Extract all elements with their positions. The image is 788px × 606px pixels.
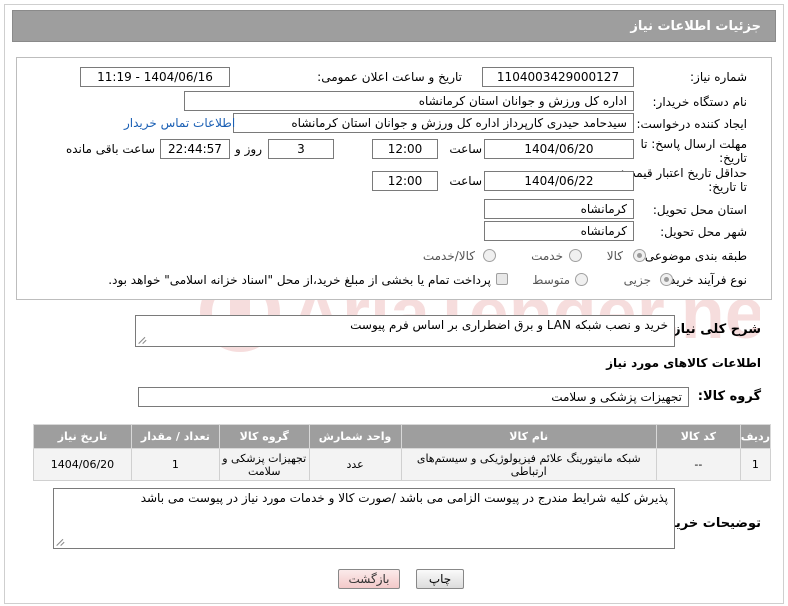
reply-deadline-label: مهلت ارسال پاسخ: تا تاریخ: [640,137,747,165]
col-unit: واحد شمارش [308,424,402,449]
category-option-service: خدمت [531,249,563,263]
category-radio-goods[interactable] [633,249,646,262]
goods-table: ردیف کد کالا نام کالا واحد شمارش گروه کا… [33,424,772,481]
delivery-city-field[interactable]: کرمانشاه [484,221,634,241]
need-number-label: شماره نیاز: [690,70,747,84]
category-option-goods: کالا [606,249,623,263]
col-need-date: تاریخ نیاز [33,424,132,449]
delivery-province-field[interactable]: کرمانشاه [484,199,634,219]
process-label: نوع فرآیند خرید : [662,273,747,287]
remaining-label: ساعت باقی مانده [65,142,155,156]
category-radio-service[interactable] [569,249,582,262]
cell-item-name: شبکه مانیتورینگ علائم فیزیولوژیکی و سیست… [400,448,657,481]
cell-group: تجهیزات پزشکی و سلامت [218,448,310,481]
price-time-field[interactable]: 12:00 [372,171,438,191]
description-label: شرح کلی نیاز: [667,322,761,337]
page-title: جزئیات اطلاعات نیاز [630,19,761,34]
payment-checkbox[interactable] [496,273,508,285]
cell-row-number: 1 [739,448,772,481]
process-option-medium: متوسط [532,273,570,287]
cell-unit: عدد [308,448,402,481]
col-item-code: کد کالا [655,424,741,449]
requester-field[interactable]: سیدحامد حیدری کارپرداز اداره کل ورزش و ج… [233,113,634,133]
cell-item-code: -- [655,448,741,481]
header-bar: جزئیات اطلاعات نیاز [12,10,776,42]
category-option-both: کالا/خدمت [422,249,475,263]
requester-label: ایجاد کننده درخواست: [636,117,747,131]
announce-label: تاریخ و ساعت اعلان عمومی: [317,70,462,84]
process-radio-minor[interactable] [660,273,673,286]
description-field[interactable]: خرید و نصب شبکه LAN و برق اضطراری بر اسا… [135,315,675,347]
description-text: خرید و نصب شبکه LAN و برق اضطراری بر اسا… [350,318,668,332]
need-number-field[interactable]: 1104003429000127 [482,67,634,87]
resize-grip-icon[interactable] [57,537,66,546]
buyer-notes-field[interactable]: پذیرش کلیه شرایط مندرج در پیوست الزامی م… [53,488,675,549]
delivery-city-label: شهر محل تحویل: [660,225,747,239]
category-radio-both[interactable] [483,249,496,262]
category-label: طبقه بندی موضوعی: [640,249,747,263]
goods-group-field[interactable]: تجهیزات پزشکی و سلامت [138,387,689,407]
days-label: روز و [235,142,262,156]
buyer-org-label: نام دستگاه خریدار: [652,95,748,109]
process-radio-medium[interactable] [575,273,588,286]
payment-note: پرداخت تمام یا بخشی از مبلغ خرید،از محل … [108,273,491,287]
cell-quantity: 1 [130,448,220,481]
days-field[interactable]: 3 [268,139,334,159]
goods-section-title: اطلاعات کالاهای مورد نیاز [606,356,761,370]
reply-time-label: ساعت [449,142,482,156]
col-group: گروه کالا [218,424,310,449]
buyer-contact-link[interactable]: اطلاعات تماس خریدار [124,116,235,130]
back-button[interactable]: بازگشت [338,569,400,589]
resize-grip-icon[interactable] [139,335,148,344]
table-row[interactable]: 1 -- شبکه مانیتورینگ علائم فیزیولوژیکی و… [33,448,772,481]
col-item-name: نام کالا [400,424,657,449]
process-option-minor: جزیی [623,273,651,287]
reply-date-field[interactable]: 1404/06/20 [484,139,634,159]
goods-table-header: ردیف کد کالا نام کالا واحد شمارش گروه کا… [33,424,772,449]
col-quantity: تعداد / مقدار [130,424,220,449]
print-button[interactable]: چاپ [416,569,464,589]
col-row-number: ردیف [739,424,772,449]
cell-need-date: 1404/06/20 [33,448,132,481]
reply-time-field[interactable]: 12:00 [372,139,438,159]
price-time-label: ساعت [449,174,482,188]
goods-group-label: گروه کالا: [697,389,761,404]
remaining-time-field[interactable]: 22:44:57 [160,139,230,159]
price-validity-label: حداقل تاریخ اعتبار قیمت: تا تاریخ: [620,166,747,194]
delivery-province-label: استان محل تحویل: [652,203,747,217]
announce-field[interactable]: 1404/06/16 - 11:19 [80,67,230,87]
buyer-org-field[interactable]: اداره کل ورزش و جوانان استان کرمانشاه [184,91,634,111]
price-date-field[interactable]: 1404/06/22 [484,171,634,191]
buyer-notes-text: پذیرش کلیه شرایط مندرج در پیوست الزامی م… [140,491,668,505]
